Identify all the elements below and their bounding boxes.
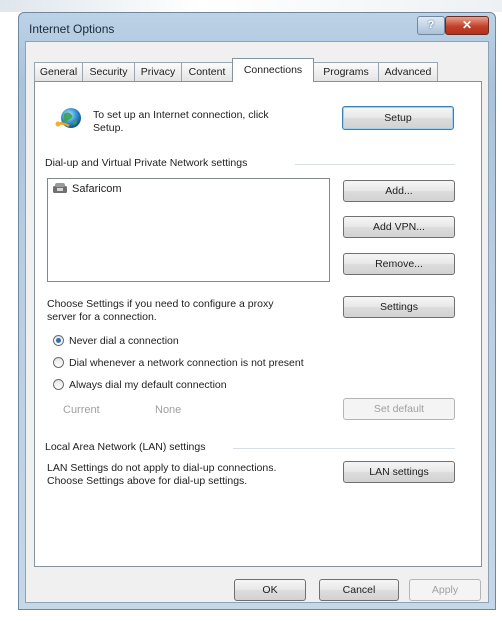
setup-description-line2: Setup. xyxy=(93,122,124,134)
remove-button[interactable]: Remove... xyxy=(343,253,455,275)
tab-programs[interactable]: Programs xyxy=(313,62,379,81)
dialog-client-area: General Security Privacy Content Connect… xyxy=(25,41,489,603)
proxy-settings-description: Choose Settings if you need to configure… xyxy=(47,298,273,324)
ok-button[interactable]: OK xyxy=(234,579,306,601)
radio-button-checked[interactable] xyxy=(53,335,64,346)
radio-never-dial[interactable]: Never dial a connection xyxy=(53,335,179,351)
current-label: Current xyxy=(63,404,100,416)
add-button[interactable]: Add... xyxy=(343,180,455,202)
list-item[interactable]: Safaricom xyxy=(52,182,122,198)
radio-button[interactable] xyxy=(53,357,64,368)
proxy-settings-line2: server for a connection. xyxy=(47,311,157,323)
tab-security[interactable]: Security xyxy=(82,62,135,81)
cancel-button[interactable]: Cancel xyxy=(319,579,399,601)
close-button[interactable]: ✕ xyxy=(445,16,489,35)
apply-button[interactable]: Apply xyxy=(409,579,481,601)
connections-panel: To set up an Internet connection, click … xyxy=(34,81,482,567)
radio-always-dial[interactable]: Always dial my default connection xyxy=(53,379,227,395)
radio-label: Always dial my default connection xyxy=(69,379,227,391)
add-vpn-button[interactable]: Add VPN... xyxy=(343,216,455,238)
background-strip xyxy=(0,0,502,12)
window-title: Internet Options xyxy=(29,22,115,36)
tab-advanced[interactable]: Advanced xyxy=(378,62,438,81)
setup-description-line1: To set up an Internet connection, click xyxy=(93,109,269,121)
lan-divider xyxy=(233,448,455,449)
current-value: None xyxy=(155,404,182,416)
tab-connections[interactable]: Connections xyxy=(232,58,314,82)
radio-label: Dial whenever a network connection is no… xyxy=(69,357,304,369)
globe-network-icon xyxy=(55,106,83,132)
lan-settings-button[interactable]: LAN settings xyxy=(343,461,455,483)
proxy-settings-line1: Choose Settings if you need to configure… xyxy=(47,298,274,310)
lan-group-label: Local Area Network (LAN) settings xyxy=(45,441,206,453)
set-default-button[interactable]: Set default xyxy=(343,398,455,420)
internet-options-window: Internet Options ? ✕ General Security Pr… xyxy=(18,12,496,610)
lan-description-line2: Choose Settings above for dial-up settin… xyxy=(47,475,248,487)
tab-privacy[interactable]: Privacy xyxy=(134,62,182,81)
connections-listbox[interactable]: Safaricom xyxy=(47,178,330,282)
tab-general[interactable]: General xyxy=(34,62,83,81)
connection-name: Safaricom xyxy=(72,183,122,195)
radio-button[interactable] xyxy=(53,379,64,390)
tab-content[interactable]: Content xyxy=(181,62,233,81)
radio-dial-when-no-network[interactable]: Dial whenever a network connection is no… xyxy=(53,357,304,373)
dialup-group-label: Dial-up and Virtual Private Network sett… xyxy=(45,157,248,169)
dialup-divider xyxy=(295,164,455,165)
help-button[interactable]: ? xyxy=(417,16,445,35)
lan-description: LAN Settings do not apply to dial-up con… xyxy=(47,462,276,488)
setup-button[interactable]: Setup xyxy=(342,106,454,130)
title-bar[interactable]: Internet Options ? ✕ xyxy=(19,13,495,41)
settings-button[interactable]: Settings xyxy=(343,296,455,318)
radio-label: Never dial a connection xyxy=(69,335,179,347)
lan-description-line1: LAN Settings do not apply to dial-up con… xyxy=(47,462,277,474)
phone-connection-icon xyxy=(52,182,68,194)
setup-description: To set up an Internet connection, click … xyxy=(93,109,269,135)
